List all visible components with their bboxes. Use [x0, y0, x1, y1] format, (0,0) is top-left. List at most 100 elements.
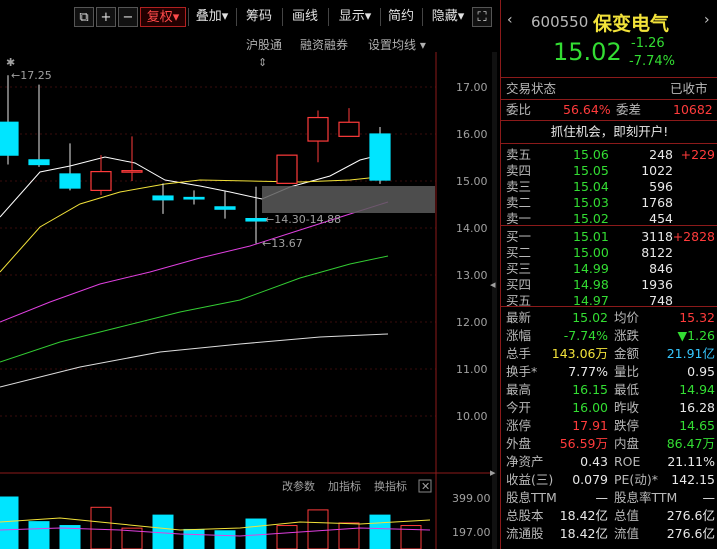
volume-bar	[307, 509, 329, 549]
volume-bar	[28, 521, 50, 549]
price-tick: 17.00	[456, 81, 488, 94]
ma-settings-link[interactable]: 设置均线 ▾	[368, 36, 426, 53]
panel-toggle-icon-2[interactable]: ▸	[490, 466, 496, 479]
stat-label: 内盘	[614, 436, 640, 451]
stat-label: 量比	[614, 364, 640, 379]
vol-tab-params[interactable]: 改参数	[282, 479, 315, 493]
star-icon: ✱	[6, 56, 15, 69]
stat-row: 换手* 7.77% 量比 0.95	[501, 363, 717, 381]
last-price: 15.02	[553, 38, 622, 66]
diejia-button[interactable]: 叠加▾	[190, 7, 234, 27]
ma-settings-label: 设置均线	[368, 38, 417, 52]
price-axis: 17.00 16.00 15.00 14.00 13.00 12.00 11.00 10.00	[456, 81, 488, 423]
stat-label: 最高	[506, 382, 532, 397]
yincang-button[interactable]: 隐藏▾	[426, 7, 470, 27]
volume-bar	[0, 496, 19, 549]
price-change: -1.26	[631, 36, 665, 51]
price-tick: 16.00	[456, 128, 488, 141]
open-account-link[interactable]: 抓住机会，即刻开户!	[501, 123, 717, 141]
stat-label: 换手*	[506, 364, 538, 379]
rzrq-link[interactable]: 融资融券	[300, 36, 348, 53]
chart-toolbar: ⧉ + − 复权▾ 叠加▾ 筹码 画线 显示▾ 简约 隐藏▾ ⛶	[0, 0, 497, 32]
volume-bars	[0, 496, 431, 549]
stat-label: 总手	[506, 346, 532, 361]
stat-value: 56.59万	[559, 436, 608, 451]
diejia-label: 叠加	[195, 9, 222, 24]
zoom-out-icon[interactable]: −	[118, 7, 138, 27]
stat-label: 涨幅	[506, 328, 532, 343]
stat-value: 16.28	[679, 400, 715, 415]
stat-value: 17.91	[572, 418, 608, 433]
huaxian-button[interactable]: 画线	[286, 7, 324, 27]
stat-value: —	[595, 490, 609, 505]
stat-row: 涨停 17.91 跌停 14.65	[501, 417, 717, 435]
stat-value: -7.74%	[563, 328, 608, 343]
stat-value: 14.94	[679, 382, 715, 397]
stat-row: 净资产 0.43 ROE 21.11%	[501, 453, 717, 471]
trade-status-row: 交易状态 已收市	[501, 80, 717, 98]
kline-chart[interactable]: 17.00 16.00 15.00 14.00 13.00 12.00 11.00 10.00…	[0, 52, 497, 549]
nav-next-icon[interactable]: ›	[704, 12, 710, 28]
vol-axis-top: 399.00	[452, 492, 491, 505]
stat-label: 今开	[506, 400, 532, 415]
stat-row: 总股本 18.42亿 总值 276.6亿	[501, 507, 717, 525]
stat-value: 143.06万	[551, 346, 608, 361]
hgt-link[interactable]: 沪股通	[246, 36, 282, 53]
stat-label: 涨跌	[614, 328, 640, 343]
stat-label: 最低	[614, 382, 640, 397]
xianshi-label: 显示	[338, 9, 365, 24]
vol-tab-add[interactable]: 加指标	[328, 479, 361, 493]
stat-row: 涨幅 -7.74% 涨跌 ▼1.26	[501, 327, 717, 345]
stock-name: 保变电气	[593, 13, 670, 35]
buy-row[interactable]: 买五 14.97 748	[501, 292, 717, 310]
buy-volume: 748	[649, 293, 673, 308]
buy-level-label: 买五	[506, 293, 532, 308]
vol-tab-switch[interactable]: 换指标	[374, 479, 407, 493]
stat-label: PE(动)*	[614, 472, 658, 487]
xianshi-button[interactable]: 显示▾	[332, 7, 378, 27]
drag-handle-icon[interactable]: ⇕	[258, 56, 267, 69]
stat-value: 15.32	[679, 310, 715, 325]
stat-row: 流通股 18.42亿 流值 276.6亿	[501, 525, 717, 543]
volume-bar	[369, 514, 391, 549]
candle-body	[307, 116, 329, 142]
price-tick: 13.00	[456, 269, 488, 282]
stat-label: 最新	[506, 310, 532, 325]
stat-label: 净资产	[506, 454, 544, 469]
candle-body	[183, 196, 205, 200]
stat-label: 外盘	[506, 436, 532, 451]
vol-axis-bottom: 197.00	[452, 526, 491, 539]
stock-code: 600550	[531, 13, 589, 31]
stat-label: 昨收	[614, 400, 640, 415]
volume-bar	[90, 506, 112, 549]
nav-prev-icon[interactable]: ‹	[507, 12, 513, 28]
candle-body	[214, 206, 236, 210]
low-label: ←13.67	[262, 237, 303, 250]
stat-label: 流通股	[506, 526, 544, 541]
jianyue-button[interactable]: 简约	[384, 7, 418, 27]
candle-body	[338, 121, 360, 137]
ma-line	[0, 333, 389, 388]
restore-icon[interactable]: ⧉	[74, 7, 94, 27]
chouma-button[interactable]: 筹码	[240, 7, 278, 27]
stat-row: 收益(三) 0.079 PE(动)* 142.15	[501, 471, 717, 489]
price-tick: 14.00	[456, 222, 488, 235]
stat-row: 最高 16.15 最低 14.94	[501, 381, 717, 399]
fullscreen-icon[interactable]: ⛶	[472, 7, 492, 27]
stat-value: 276.6亿	[666, 508, 715, 523]
stat-label: 流值	[614, 526, 640, 541]
stat-row: 最新 15.02 均价 15.32	[501, 309, 717, 327]
trade-status-label: 交易状态	[506, 81, 557, 96]
stat-label: 股息TTM	[506, 490, 557, 505]
stat-value: 15.02	[572, 310, 608, 325]
stat-label: 股息率TTM	[614, 490, 678, 505]
quote-panel: ‹ 600550 保变电气 › 15.02 -1.26 -7.74% 交易状态 …	[500, 0, 717, 549]
candle-body	[59, 173, 81, 189]
stat-label: ROE	[614, 454, 641, 469]
zoom-in-icon[interactable]: +	[96, 7, 116, 27]
price-tick: 10.00	[456, 410, 488, 423]
panel-toggle-icon[interactable]: ◂	[490, 278, 496, 291]
stat-label: 涨停	[506, 418, 532, 433]
price-change-pct: -7.74%	[629, 54, 675, 69]
fuquan-button[interactable]: 复权▾	[140, 7, 186, 27]
